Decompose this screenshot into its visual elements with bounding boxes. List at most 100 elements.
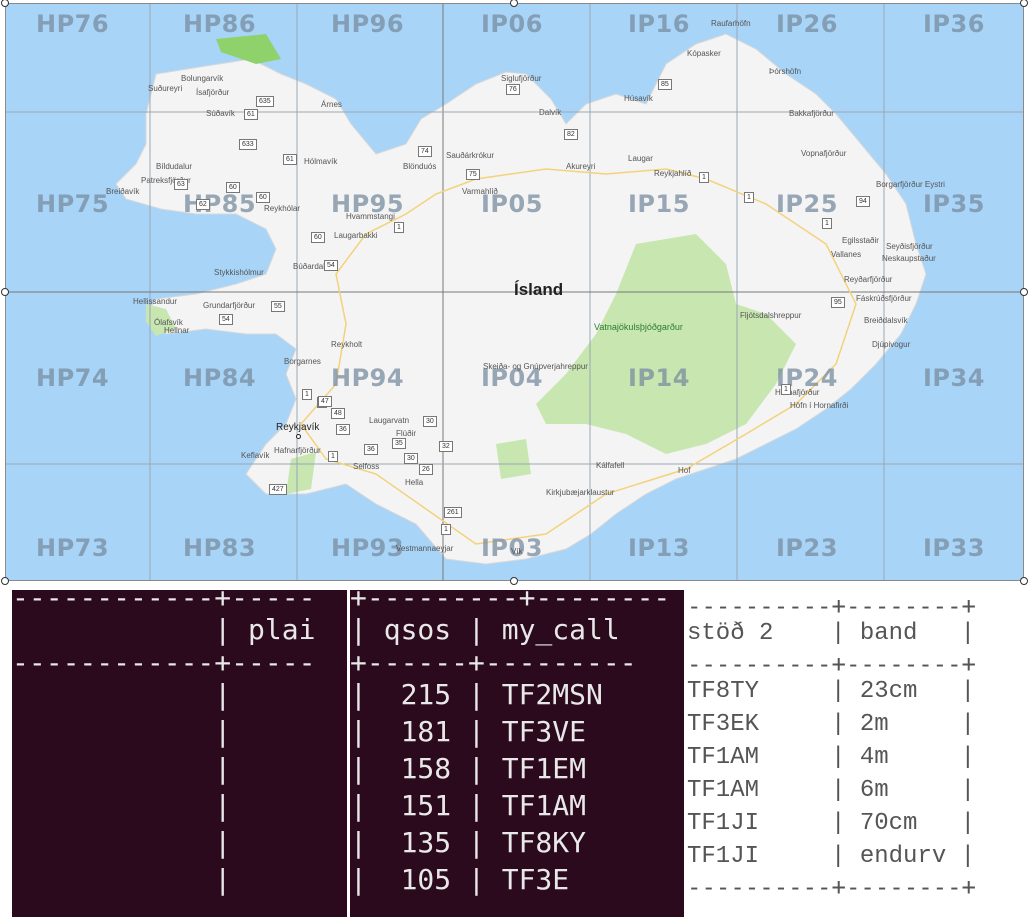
place-label: Þórshöfn	[769, 67, 802, 76]
grid-label-hp93: HP93	[331, 534, 405, 562]
road-number-sign: 30	[423, 416, 437, 427]
road-number-sign: 94	[856, 196, 870, 207]
grid-label-ip26: IP26	[776, 10, 838, 38]
road-number-sign: 1	[822, 218, 832, 229]
green-area-south	[496, 439, 531, 479]
resize-handle-right[interactable]	[1020, 288, 1028, 296]
table-row: TF8TY | 23cm |	[687, 677, 976, 705]
road-number-sign: 261	[444, 507, 462, 518]
road-number-sign: 1	[328, 451, 338, 462]
place-label: Reykholt	[331, 340, 363, 349]
resize-handle-bottom-left[interactable]	[1, 577, 9, 585]
place-label: Sauðárkrókur	[446, 151, 495, 160]
table-row: |	[12, 862, 232, 896]
place-label: Hólmavík	[304, 157, 338, 166]
place-label: Vík	[511, 547, 523, 556]
table-row: |	[12, 677, 232, 711]
grid-label-ip16: IP16	[628, 10, 690, 38]
road-number-sign: 32	[439, 441, 453, 452]
place-label: Reykjahlíð	[654, 169, 692, 178]
grid-label-ip15: IP15	[628, 190, 690, 218]
table-row: | 215 | TF2MSN	[350, 677, 603, 711]
table-header-row: | plai	[12, 612, 316, 646]
place-label: Vallanes	[831, 250, 862, 259]
road-number-sign: 427	[269, 484, 287, 495]
table-row: |	[12, 788, 232, 822]
place-label: Kópasker	[687, 49, 721, 58]
grid-label-hp76: HP76	[36, 10, 110, 38]
table-separator: ----------+--------+	[687, 872, 976, 901]
place-label: Hellnar	[164, 326, 190, 335]
place-label: Borgarnes	[284, 357, 321, 366]
place-label: Reyðarfjörður	[844, 275, 893, 284]
table-row: TF1AM | 6m |	[687, 776, 976, 804]
resize-handle-bottom-right[interactable]	[1020, 577, 1028, 585]
road-number-sign: 60	[226, 182, 240, 193]
place-label: Kálfafell	[596, 461, 625, 470]
place-label: Súðavík	[206, 109, 235, 118]
place-label: Dalvík	[539, 108, 562, 117]
park-label: Vatnajökulsþjóðgarður	[594, 322, 683, 332]
grid-label-hp73: HP73	[36, 534, 110, 562]
place-label: Siglufjörður	[501, 74, 542, 83]
grid-label-ip23: IP23	[776, 534, 838, 562]
road-number-sign: 633	[239, 139, 257, 150]
resize-handle-top-right[interactable]	[1020, 0, 1028, 7]
road-number-sign: 36	[364, 444, 378, 455]
road-number-sign: 1	[302, 389, 312, 400]
road-number-sign: 1	[699, 172, 709, 183]
place-label: Reykhólar	[264, 204, 301, 213]
road-number-sign: 55	[271, 301, 285, 312]
table-row: TF1AM | 4m |	[687, 743, 976, 771]
road-number-sign: 1	[394, 222, 404, 233]
road-number-sign: 54	[219, 314, 233, 325]
grid-label-ip33: IP33	[923, 534, 985, 562]
place-label: Kirkjubæjarklaustur	[546, 488, 615, 497]
road-number-sign: 74	[418, 146, 432, 157]
place-label: Bíldudalur	[156, 162, 193, 171]
road-number-sign: 54	[324, 260, 338, 271]
place-label: Hvammstangi	[346, 212, 395, 221]
place-label: Vestmannaeyjar	[396, 544, 454, 553]
place-label: Bakkafjörður	[789, 109, 834, 118]
road-number-sign: 1	[781, 384, 791, 395]
table-row: TF1JI | endurv |	[687, 842, 976, 870]
place-label: Borgarfjörður Eystri	[876, 180, 945, 189]
place-label: Grundarfjörður	[203, 301, 256, 310]
road-number-sign: 30	[404, 453, 418, 464]
grid-label-ip25: IP25	[776, 190, 838, 218]
road-number-sign: 63	[174, 179, 188, 190]
grid-label-hp86: HP86	[183, 10, 257, 38]
place-label: Egilsstaðir	[842, 236, 879, 245]
place-label: Blönduós	[403, 162, 437, 171]
grid-label-hp94: HP94	[331, 364, 405, 392]
place-label: Bolungarvík	[181, 74, 224, 83]
place-label: Stykkishólmur	[214, 268, 264, 277]
road-number-sign: 61	[283, 154, 297, 165]
resize-handle-bottom[interactable]	[510, 577, 518, 585]
table-row: |	[12, 825, 232, 859]
place-label: Fljótsdalshreppur	[740, 311, 802, 320]
road-number-sign: 62	[196, 199, 210, 210]
table-row: TF1JI | 70cm |	[687, 809, 976, 837]
road-number-sign: 76	[506, 84, 520, 95]
place-label: Laugarvatn	[369, 416, 410, 425]
grid-label-hp83: HP83	[183, 534, 257, 562]
table-separator: +------+---------	[350, 645, 637, 679]
grid-label-ip35: IP35	[923, 190, 985, 218]
road-number-sign: 1	[744, 192, 754, 203]
country-label: Ísland	[514, 280, 564, 299]
capital-label: Reykjavík	[276, 422, 320, 433]
table-separator: ------------+-----	[12, 590, 316, 614]
road-number-sign: 82	[564, 129, 578, 140]
place-label: Keflavík	[241, 451, 270, 460]
table-station-band: ----------+--------+ stöð 2 | band | -----…	[687, 590, 1029, 917]
capital-marker-icon	[296, 434, 301, 439]
table-row: | 181 | TF3VE	[350, 714, 587, 748]
place-label: Breiðdalsvík	[864, 316, 908, 325]
resize-handle-left[interactable]	[1, 288, 9, 296]
road-number-sign: 95	[831, 297, 845, 308]
place-label: Selfoss	[353, 462, 380, 471]
place-label: Laugar	[628, 154, 653, 163]
place-label: Neskaupstaður	[882, 254, 936, 263]
